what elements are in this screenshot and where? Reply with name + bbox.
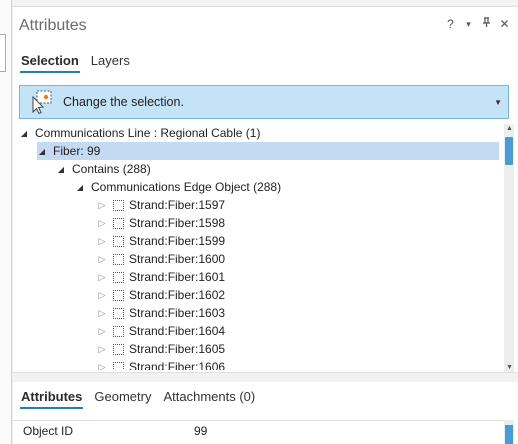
expanded-triangle-icon[interactable]: ◢ (56, 165, 66, 174)
strand-object-icon (113, 253, 124, 265)
expanded-triangle-icon[interactable]: ◢ (75, 183, 85, 192)
scrollbar-thumb[interactable] (505, 425, 513, 444)
tree-node-contains[interactable]: ◢ Contains (288) (56, 160, 151, 178)
left-dock-edge (0, 0, 12, 444)
tree-node-strand[interactable]: ▷ Strand:Fiber:1602 (97, 286, 226, 304)
tree-node-strand[interactable]: ▷ Strand:Fiber:1603 (97, 304, 226, 322)
selection-tabs: Selection Layers (20, 53, 131, 73)
strand-object-icon (113, 235, 124, 247)
tree-node-label: Strand:Fiber:1603 (129, 306, 226, 320)
strand-object-icon (113, 361, 124, 370)
tree-node-label: Strand:Fiber:1598 (129, 216, 226, 230)
tree-node-strand[interactable]: ▷ Strand:Fiber:1599 (97, 232, 226, 250)
tree-node-feature-layer[interactable]: ◢ Communications Line : Regional Cable (… (19, 124, 499, 142)
tree-node-label: Strand:Fiber:1601 (129, 270, 226, 284)
tree-node-strand[interactable]: ▷ Strand:Fiber:1601 (97, 268, 226, 286)
strand-object-icon (113, 217, 124, 229)
tab-attributes[interactable]: Attributes (20, 389, 84, 409)
strand-object-icon (113, 289, 124, 301)
pane-splitter[interactable] (13, 372, 518, 382)
tree-node-label: Strand:Fiber:1599 (129, 234, 226, 248)
tree-node-label: Strand:Fiber:1604 (129, 324, 226, 338)
tree-node-strand[interactable]: ▷ Strand:Fiber:1606 (97, 358, 225, 370)
options-menu-icon[interactable]: ▾ (463, 19, 474, 30)
tree-node-strand[interactable]: ▷ Strand:Fiber:1605 (97, 340, 226, 358)
tab-selection[interactable]: Selection (20, 53, 80, 73)
attribute-row[interactable]: Object ID 99 (13, 420, 508, 444)
collapsed-triangle-icon[interactable]: ▷ (97, 344, 107, 355)
attribute-label: Object ID (23, 424, 74, 438)
tree-node-label: Contains (288) (72, 162, 151, 176)
collapsed-triangle-icon[interactable]: ▷ (97, 290, 107, 301)
tree-node-label: Fiber: 99 (53, 144, 101, 158)
attributes-pane: Attributes ? ▾ ✕ Selection Layers Change… (13, 7, 518, 444)
cursor-select-icon (32, 90, 52, 115)
strand-object-icon (113, 199, 124, 211)
collapsed-triangle-icon[interactable]: ▷ (97, 236, 107, 247)
selection-tree: ◢ Communications Line : Regional Cable (… (13, 124, 503, 370)
tree-node-strand[interactable]: ▷ Strand:Fiber:1597 (97, 196, 226, 214)
collapsed-triangle-icon[interactable]: ▷ (97, 218, 107, 229)
tree-node-strand[interactable]: ▷ Strand:Fiber:1600 (97, 250, 226, 268)
collapsed-triangle-icon[interactable]: ▷ (97, 272, 107, 283)
collapsed-triangle-icon[interactable]: ▷ (97, 362, 107, 371)
collapsed-triangle-icon[interactable]: ▷ (97, 254, 107, 265)
scroll-up-icon[interactable]: ▲ (506, 125, 513, 132)
tab-geometry[interactable]: Geometry (93, 389, 152, 409)
tree-node-strand[interactable]: ▷ Strand:Fiber:1598 (97, 214, 226, 232)
tree-node-strand[interactable]: ▷ Strand:Fiber:1604 (97, 322, 226, 340)
left-panel-edge-control[interactable] (0, 34, 6, 72)
detail-tabs: Attributes Geometry Attachments (0) (20, 389, 256, 409)
pin-icon[interactable] (481, 17, 492, 31)
tree-node-label: Strand:Fiber:1605 (129, 342, 226, 356)
strand-object-icon (113, 325, 124, 337)
collapsed-triangle-icon[interactable]: ▷ (97, 200, 107, 211)
tree-node-label: Strand:Fiber:1606 (129, 360, 226, 370)
tab-layers[interactable]: Layers (90, 53, 131, 73)
tree-node-label: Strand:Fiber:1597 (129, 198, 226, 212)
selection-bar-text: Change the selection. (63, 95, 184, 109)
change-selection-dropdown[interactable]: Change the selection. ▼ (19, 85, 509, 119)
tree-node-label: Communications Line : Regional Cable (1) (35, 126, 261, 140)
collapsed-triangle-icon[interactable]: ▷ (97, 326, 107, 337)
expanded-triangle-icon[interactable]: ◢ (37, 147, 47, 156)
scrollbar-thumb[interactable] (505, 137, 513, 165)
scroll-down-icon[interactable]: ▼ (506, 364, 513, 371)
tree-node-label: Strand:Fiber:1602 (129, 288, 226, 302)
attributes-scrollbar[interactable] (504, 420, 514, 444)
tree-node-fiber[interactable]: ◢ Fiber: 99 (37, 142, 499, 160)
strand-object-icon (113, 343, 124, 355)
tree-node-edge-object[interactable]: ◢ Communications Edge Object (288) (75, 178, 281, 196)
chevron-down-icon: ▼ (494, 98, 502, 107)
close-icon[interactable]: ✕ (499, 17, 510, 31)
attribute-value[interactable]: 99 (194, 424, 207, 438)
pane-controls: ? ▾ ✕ (445, 17, 510, 31)
tree-scrollbar[interactable]: ▲ ▼ (504, 124, 514, 372)
collapsed-triangle-icon[interactable]: ▷ (97, 308, 107, 319)
pin-glyph (483, 17, 490, 27)
expanded-triangle-icon[interactable]: ◢ (19, 129, 29, 138)
tab-attachments[interactable]: Attachments (0) (162, 389, 256, 409)
strand-object-icon (113, 271, 124, 283)
help-icon[interactable]: ? (445, 17, 456, 31)
strand-object-icon (113, 307, 124, 319)
top-strip (13, 0, 518, 7)
pane-title: Attributes (19, 17, 87, 34)
tree-node-label: Communications Edge Object (288) (91, 180, 282, 194)
tree-node-label: Strand:Fiber:1600 (129, 252, 226, 266)
